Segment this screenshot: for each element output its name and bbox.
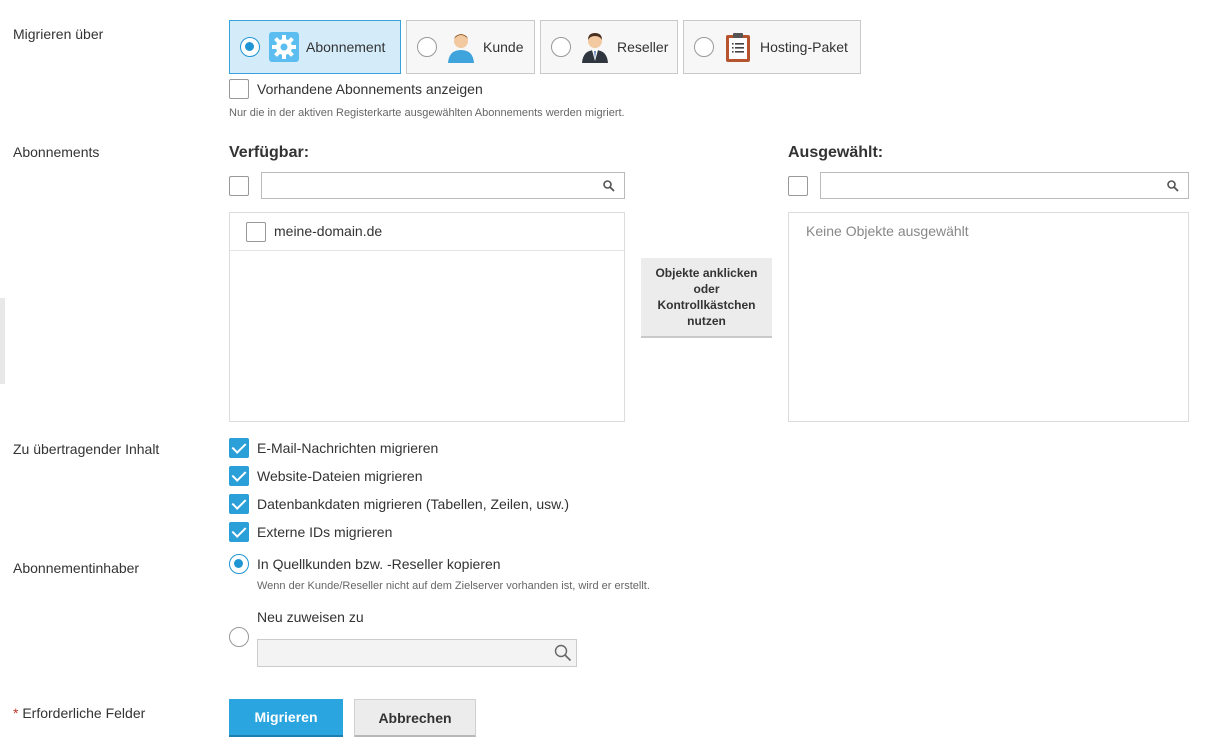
reseller-icon xyxy=(579,31,611,63)
email-migrate-checkbox[interactable] xyxy=(229,438,249,458)
search-icon xyxy=(554,644,572,662)
migrate-via-label: Migrieren über xyxy=(13,26,104,42)
website-files-checkbox[interactable] xyxy=(229,466,249,486)
migrate-option-reseller[interactable]: Reseller xyxy=(540,20,678,74)
migrate-button[interactable]: Migrieren xyxy=(229,699,343,737)
cancel-button[interactable]: Abbrechen xyxy=(354,699,476,737)
gear-icon xyxy=(268,31,300,63)
migrate-option-label: Reseller xyxy=(617,39,669,55)
required-star: * xyxy=(13,705,19,721)
side-panel-edge xyxy=(0,298,5,384)
move-hint-button[interactable]: Objekte anklicken oder Kontrollkästchen … xyxy=(641,258,772,338)
subscriptions-label: Abonnements xyxy=(13,144,100,160)
radio-subscription[interactable] xyxy=(240,37,260,57)
owner-copy-radio[interactable] xyxy=(229,554,249,574)
clipboard-icon xyxy=(722,31,754,63)
migrate-option-label: Hosting-Paket xyxy=(760,39,848,55)
show-existing-hint: Nur die in der aktiven Registerkarte aus… xyxy=(229,107,625,119)
owner-label: Abonnementinhaber xyxy=(13,560,140,576)
available-select-all-checkbox[interactable] xyxy=(229,176,249,196)
required-fields-label: Erforderliche Felder xyxy=(22,705,146,721)
selected-select-all-checkbox[interactable] xyxy=(788,176,808,196)
available-list: meine-domain.de xyxy=(229,212,625,422)
migrate-option-label: Abonnement xyxy=(306,39,386,55)
list-item[interactable]: meine-domain.de xyxy=(230,213,624,251)
list-item-label: meine-domain.de xyxy=(274,223,383,239)
website-files-label: Website-Dateien migrieren xyxy=(257,468,423,484)
customer-icon xyxy=(445,31,477,63)
search-icon xyxy=(1167,179,1179,192)
owner-copy-hint: Wenn der Kunde/Reseller nicht auf dem Zi… xyxy=(257,580,650,592)
available-title: Verfügbar: xyxy=(229,144,310,161)
external-ids-label: Externe IDs migrieren xyxy=(257,524,393,540)
selected-list: Keine Objekte ausgewählt xyxy=(788,212,1189,422)
selected-title: Ausgewählt: xyxy=(788,144,884,161)
list-item-checkbox[interactable] xyxy=(246,222,266,242)
owner-copy-label: In Quellkunden bzw. -Reseller kopieren xyxy=(257,556,501,572)
reassign-search-input[interactable] xyxy=(257,639,577,667)
available-search-input[interactable] xyxy=(261,172,625,199)
selected-empty-text: Keine Objekte ausgewählt xyxy=(806,223,969,239)
show-existing-checkbox[interactable] xyxy=(229,79,249,99)
database-data-label: Datenbankdaten migrieren (Tabellen, Zeil… xyxy=(257,496,570,512)
required-fields-note: * Erforderliche Felder xyxy=(13,705,145,721)
external-ids-checkbox[interactable] xyxy=(229,522,249,542)
radio-customer[interactable] xyxy=(417,37,437,57)
selected-search-input[interactable] xyxy=(820,172,1189,199)
migrate-option-hosting-plan[interactable]: Hosting-Paket xyxy=(683,20,861,74)
content-label: Zu übertragender Inhalt xyxy=(13,441,160,457)
search-icon xyxy=(603,179,615,192)
show-existing-label: Vorhandene Abonnements anzeigen xyxy=(257,81,483,97)
radio-hosting-plan[interactable] xyxy=(694,37,714,57)
migrate-option-label: Kunde xyxy=(483,39,524,55)
migrate-option-customer[interactable]: Kunde xyxy=(406,20,535,74)
email-migrate-label: E-Mail-Nachrichten migrieren xyxy=(257,440,439,456)
migrate-option-subscription[interactable]: Abonnement xyxy=(229,20,401,74)
owner-reassign-radio[interactable] xyxy=(229,627,249,647)
radio-reseller[interactable] xyxy=(551,37,571,57)
owner-reassign-label: Neu zuweisen zu xyxy=(257,609,364,625)
database-data-checkbox[interactable] xyxy=(229,494,249,514)
